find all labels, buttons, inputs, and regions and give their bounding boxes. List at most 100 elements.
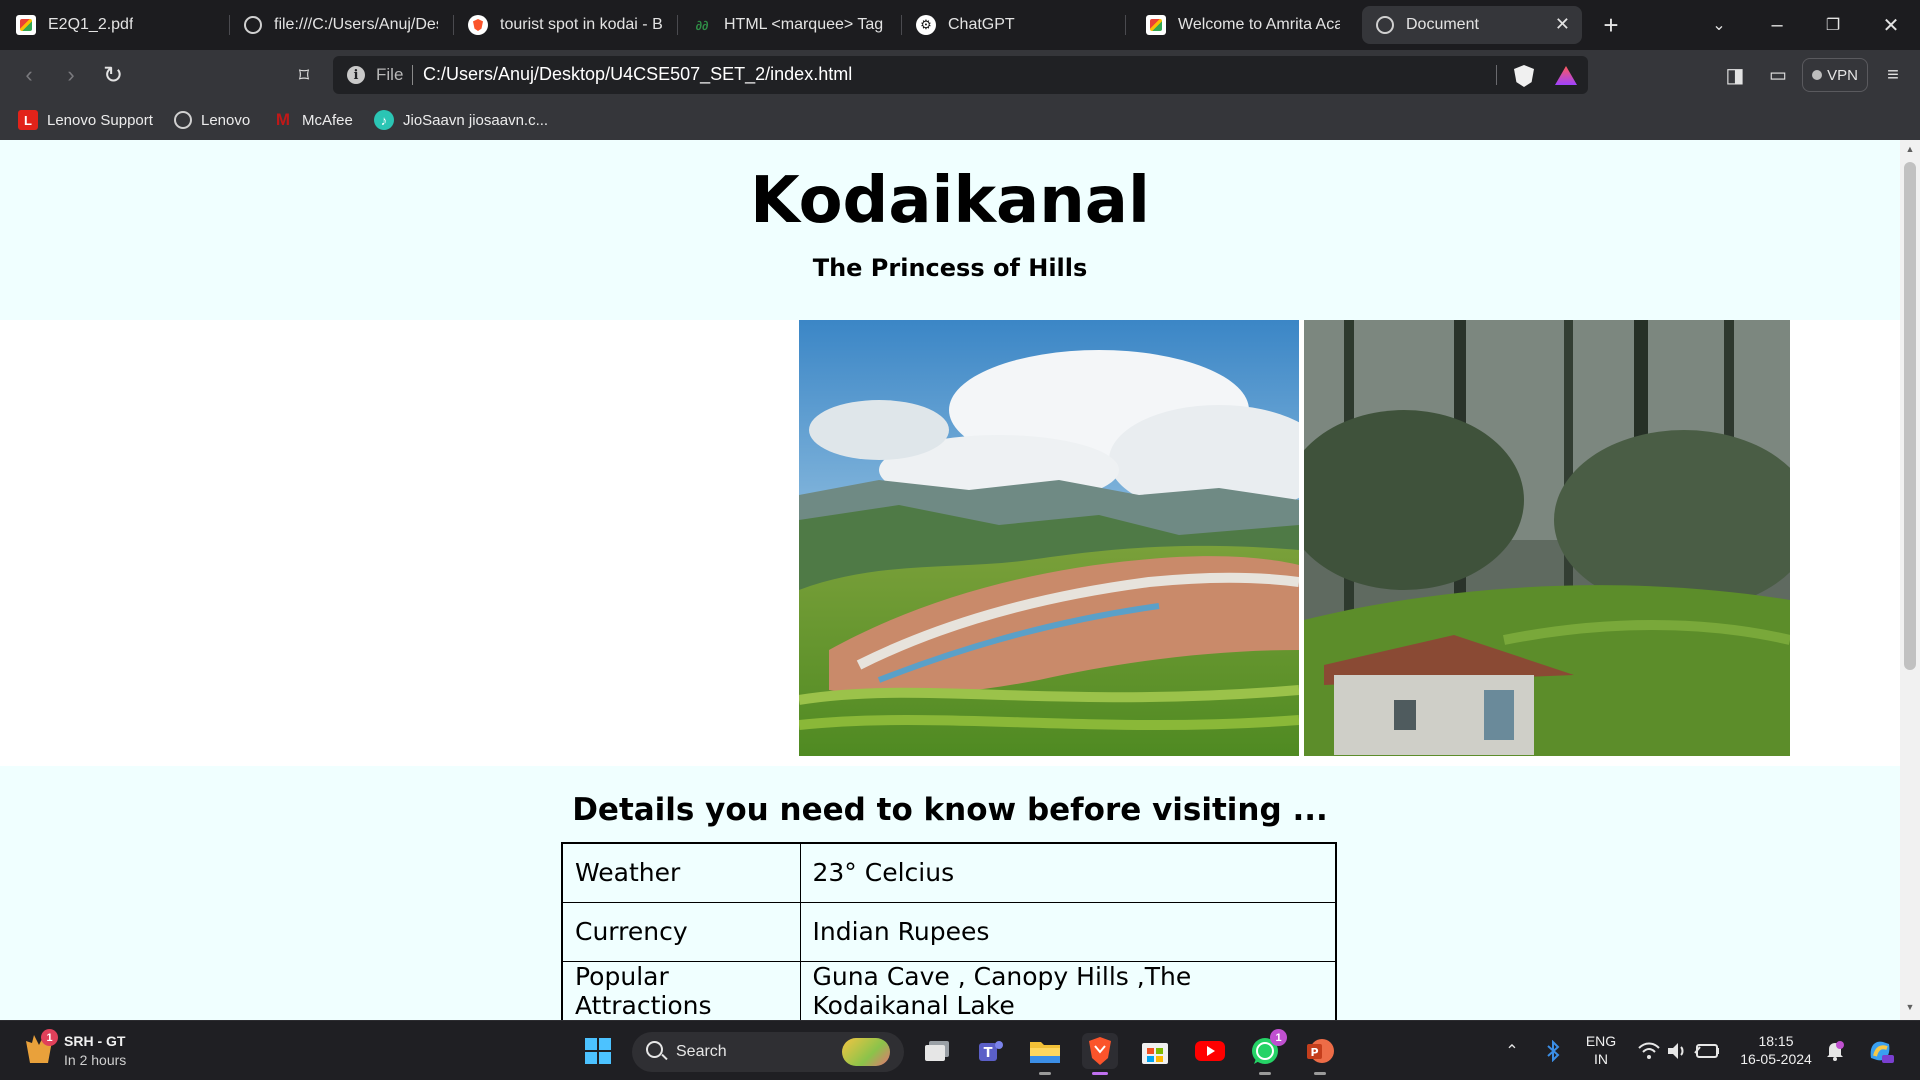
whatsapp-icon[interactable]: 1 — [1247, 1029, 1287, 1075]
gfg-icon: ∂∂ — [695, 17, 709, 33]
bookmark-label: McAfee — [302, 111, 353, 129]
show-hidden-icons-chevron-icon[interactable]: ⌃ — [1494, 1033, 1530, 1069]
sidebar-toggle-icon[interactable]: ◨ — [1720, 60, 1750, 90]
widget-title[interactable]: SRH - GT — [64, 1032, 125, 1050]
language-code: ENG — [1585, 1033, 1617, 1049]
weather-label: Weather — [561, 842, 801, 903]
pdf-icon — [1146, 15, 1166, 35]
svg-text:P: P — [1310, 1046, 1318, 1059]
mcafee-icon: M — [273, 110, 293, 130]
tab-document[interactable]: Document ✕ — [1362, 6, 1582, 44]
forward-icon[interactable]: › — [56, 60, 86, 90]
details-heading: Details you need to know before visiting… — [572, 792, 1328, 828]
chatgpt-icon: ⚙ — [916, 15, 936, 35]
brave-browser-icon[interactable] — [1082, 1033, 1118, 1075]
powerpoint-icon[interactable]: P — [1302, 1033, 1338, 1075]
close-tab-icon[interactable]: ✕ — [1555, 14, 1570, 35]
wallet-icon[interactable]: ▭ — [1763, 60, 1793, 90]
clock-date: 16-05-2024 — [1740, 1051, 1812, 1067]
youtube-icon[interactable] — [1192, 1033, 1228, 1069]
tab-file-url[interactable]: file:///C:/Users/Anuj/Desk — [230, 6, 452, 44]
file-explorer-icon[interactable] — [1027, 1033, 1063, 1075]
back-icon[interactable]: ‹ — [14, 60, 44, 90]
close-window-icon[interactable]: ✕ — [1868, 8, 1914, 42]
scrollbar-thumb[interactable] — [1904, 162, 1916, 670]
attractions-label: Popular Attractions — [561, 960, 801, 1020]
search-label: Search — [676, 1043, 727, 1060]
bookmark-lenovo[interactable]: Lenovo — [174, 109, 250, 131]
microsoft-store-icon[interactable] — [1137, 1033, 1173, 1069]
svg-text:T: T — [984, 1046, 993, 1061]
brave-rewards-icon[interactable] — [1555, 66, 1577, 85]
minimize-icon[interactable]: – — [1754, 8, 1800, 42]
weather-value: 23° Celcius — [799, 842, 1337, 903]
weather-widget-icon[interactable]: 1 — [22, 1029, 58, 1069]
copilot-icon[interactable] — [1862, 1033, 1898, 1069]
bookmark-jiosaavn[interactable]: ♪ JioSaavn jiosaavn.c... — [374, 109, 548, 131]
globe-icon — [174, 111, 192, 129]
tab-title: Document — [1406, 16, 1479, 33]
scroll-down-icon[interactable]: ▼ — [1905, 1002, 1915, 1012]
currency-label: Currency — [561, 901, 801, 962]
reload-icon[interactable]: ↻ — [98, 60, 128, 90]
hill-town-photo — [799, 320, 1299, 756]
start-button[interactable] — [580, 1033, 616, 1069]
globe-icon — [1376, 16, 1394, 34]
details-section: Details you need to know before visiting… — [0, 766, 1900, 1020]
restore-icon[interactable]: ❐ — [1810, 8, 1856, 42]
task-view-icon[interactable] — [919, 1033, 955, 1069]
bookmark-lenovo-support[interactable]: L Lenovo Support — [18, 109, 153, 131]
tab-title: file:///C:/Users/Anuj/Desk — [274, 16, 438, 33]
teams-icon[interactable]: T — [972, 1033, 1008, 1069]
menu-icon[interactable]: ≡ — [1878, 60, 1908, 90]
widget-subtitle[interactable]: In 2 hours — [64, 1051, 126, 1069]
jiosaavn-icon: ♪ — [374, 110, 394, 130]
taskbar-search-input[interactable]: Search — [632, 1032, 904, 1072]
clock[interactable]: 18:15 16-05-2024 — [1734, 1032, 1818, 1068]
site-info-icon[interactable]: i — [347, 66, 365, 84]
tab-search-chevron-icon[interactable]: ⌄ — [1696, 8, 1742, 42]
tab-title: tourist spot in kodai - Bra — [500, 16, 662, 33]
table-row: Popular Attractions Guna Cave , Canopy H… — [561, 960, 1337, 1020]
tab-e2q1-pdf[interactable]: E2Q1_2.pdf — [2, 6, 228, 44]
tab-chatgpt[interactable]: ⚙ ChatGPT — [902, 6, 1124, 44]
page-header: Kodaikanal The Princess of Hills — [0, 140, 1900, 320]
windows-taskbar: 1 SRH - GT In 2 hours Search T 1 P ⌃ ENG… — [0, 1020, 1920, 1080]
tab-amrita[interactable]: Welcome to Amrita Acade — [1132, 6, 1354, 44]
address-bar[interactable]: i File C:/Users/Anuj/Desktop/U4CSE507_SE… — [333, 56, 1588, 94]
globe-icon — [244, 16, 262, 34]
page-title: Kodaikanal — [750, 164, 1150, 238]
photo-gallery — [0, 320, 1900, 766]
page-viewport: Kodaikanal The Princess of Hills Details… — [0, 140, 1900, 1020]
tab-title: HTML <marquee> Tag - G — [724, 16, 886, 33]
bookmark-icon[interactable]: ⌑ — [289, 60, 319, 90]
search-highlight-icon — [842, 1038, 890, 1066]
pdf-icon — [16, 15, 36, 35]
bluetooth-icon[interactable] — [1535, 1033, 1571, 1069]
new-tab-button[interactable]: + — [1588, 8, 1634, 42]
browser-toolbar: ‹ › ↻ ⌑ i File C:/Users/Anuj/Desktop/U4C… — [0, 50, 1920, 100]
forest-cottage-photo — [1304, 320, 1790, 756]
address-url[interactable]: C:/Users/Anuj/Desktop/U4CSE507_SET_2/ind… — [423, 64, 852, 85]
details-table: Weather 23° Celcius Currency Indian Rupe… — [561, 842, 1337, 1020]
scroll-up-icon[interactable]: ▲ — [1905, 144, 1915, 154]
currency-value: Indian Rupees — [799, 901, 1337, 962]
tab-gfg-marquee[interactable]: ∂∂ HTML <marquee> Tag - G — [678, 6, 900, 44]
whatsapp-badge: 1 — [1270, 1029, 1287, 1046]
address-scheme-label: File — [376, 65, 404, 84]
region-code: IN — [1594, 1051, 1608, 1067]
language-indicator[interactable]: ENG IN — [1576, 1032, 1626, 1068]
tab-brave-search[interactable]: tourist spot in kodai - Bra — [454, 6, 676, 44]
page-scrollbar[interactable]: ▲ ▼ — [1900, 140, 1920, 1020]
vpn-button[interactable]: VPN — [1802, 58, 1868, 92]
table-row: Currency Indian Rupees — [561, 901, 1337, 962]
table-row: Weather 23° Celcius — [561, 842, 1337, 903]
battery-icon[interactable] — [1689, 1033, 1725, 1069]
vpn-label: VPN — [1827, 66, 1858, 84]
tab-strip: E2Q1_2.pdf file:///C:/Users/Anuj/Desk to… — [0, 0, 1920, 50]
page-subtitle: The Princess of Hills — [812, 254, 1088, 282]
brave-shields-icon[interactable] — [1514, 65, 1534, 87]
attractions-value: Guna Cave , Canopy Hills ,The Kodaikanal… — [799, 960, 1337, 1020]
notification-bell-icon[interactable] — [1817, 1033, 1853, 1069]
bookmark-mcafee[interactable]: M McAfee — [273, 109, 353, 131]
